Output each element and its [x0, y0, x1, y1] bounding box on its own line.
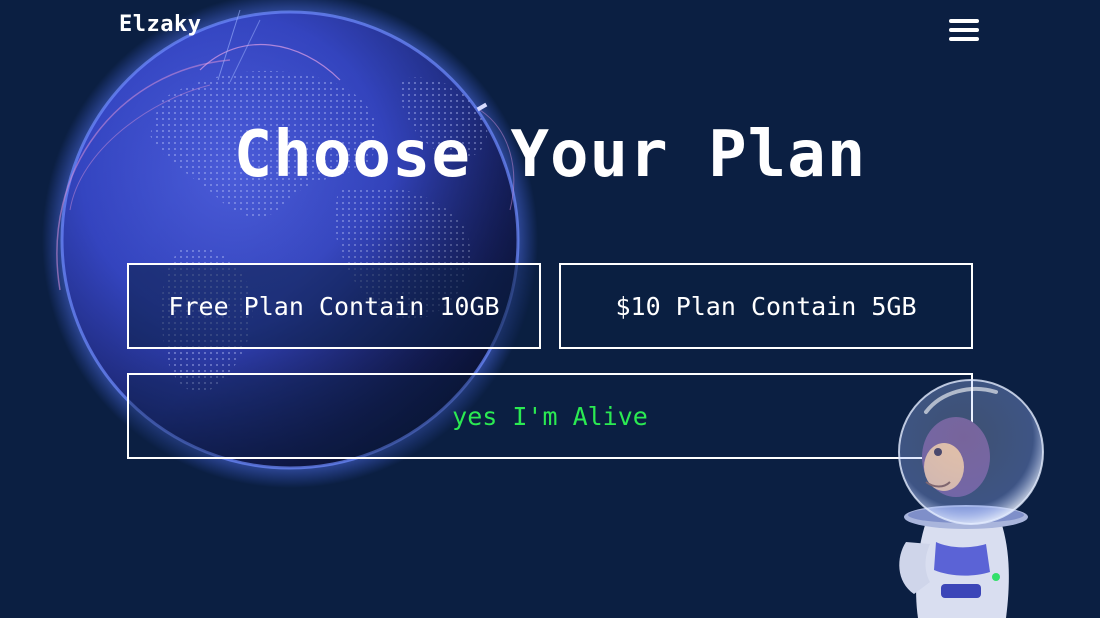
- free-plan-button[interactable]: Free Plan Contain 10GB: [127, 263, 541, 349]
- status-message: yes I'm Alive: [127, 373, 973, 459]
- paid-plan-button[interactable]: $10 Plan Contain 5GB: [559, 263, 973, 349]
- page-title: Choose Your Plan: [233, 118, 867, 192]
- menu-bar: [949, 37, 979, 41]
- menu-bar: [949, 19, 979, 23]
- hamburger-menu-icon[interactable]: [946, 16, 982, 44]
- menu-bar: [949, 28, 979, 32]
- brand-logo-text[interactable]: Elzaky: [119, 12, 201, 37]
- astronaut-monkey-illustration: [886, 372, 1076, 618]
- page: Elzaky Choose Your Plan Free Plan Contai…: [0, 0, 1100, 618]
